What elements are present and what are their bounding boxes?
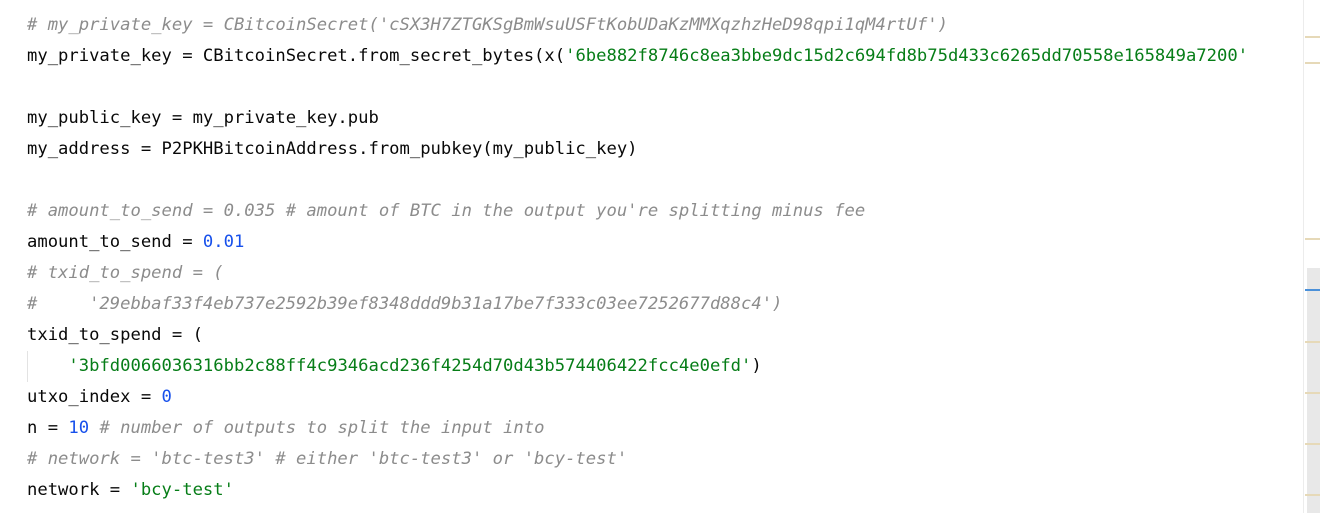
code-token-number: 10 [68,418,90,438]
code-token-comment: # my_private_key = CBitcoinSecret('cSX3H… [27,15,948,35]
code-line[interactable]: amount_to_send = 0.01 [27,227,244,258]
scroll-marker-warning[interactable] [1305,443,1320,445]
code-line[interactable]: utxo_index = 0 [27,382,172,413]
code-token-plain: my_private_key = CBitcoinSecret.from_sec… [27,46,566,66]
code-token-plain: n = [27,418,69,438]
scroll-marker-warning[interactable] [1305,238,1320,240]
code-token-number: 0.01 [202,232,245,252]
scroll-marker-caret[interactable] [1305,289,1320,291]
code-line[interactable]: my_private_key = CBitcoinSecret.from_sec… [27,41,1248,72]
code-token-comment: # amount_to_send = 0.035 # amount of BTC… [27,201,866,221]
scroll-marker-warning[interactable] [1305,36,1320,38]
code-token-comment: # '29ebbaf33f4eb737e2592b39ef8348ddd9b31… [27,294,783,314]
scroll-marker-warning[interactable] [1305,392,1320,394]
code-line[interactable]: '3bfd0066036316bb2c88ff4c9346acd236f4254… [27,351,762,382]
code-token-string: 'bcy-test' [130,480,234,500]
code-line[interactable]: # my_private_key = CBitcoinSecret('cSX3H… [27,10,948,41]
code-token-string: '6be882f8746c8ea3bbe9dc15d2c694fd8b75d43… [565,46,1249,66]
code-token-plain: amount_to_send = [27,232,203,252]
code-editor[interactable]: # my_private_key = CBitcoinSecret('cSX3H… [0,0,1303,513]
code-token-plain: network = [27,480,131,500]
code-line[interactable]: my_public_key = my_private_key.pub [27,103,379,134]
code-token-comment: # txid_to_spend = ( [27,263,224,283]
scroll-marker-warning[interactable] [1305,62,1320,64]
code-line[interactable]: # amount_to_send = 0.035 # amount of BTC… [27,196,865,227]
code-token-plain: txid_to_spend = ( [27,325,203,345]
code-token-plain: my_public_key = my_private_key.pub [27,108,379,128]
scroll-marker-warning[interactable] [1305,494,1320,496]
vertical-scrollbar-thumb[interactable] [1307,268,1320,513]
code-line[interactable]: txid_to_spend = ( [27,320,203,351]
code-line[interactable]: # network = 'btc-test3' # either 'btc-te… [27,444,627,475]
code-line[interactable]: my_address = P2PKHBitcoinAddress.from_pu… [27,134,638,165]
code-token-string: '3bfd0066036316bb2c88ff4c9346acd236f4254… [68,356,752,376]
code-token-comment: # number of outputs to split the input i… [89,418,545,438]
code-token-comment: # network = 'btc-test3' # either 'btc-te… [27,449,628,469]
code-line[interactable]: # txid_to_spend = ( [27,258,224,289]
code-token-plain: ) [751,356,762,376]
code-token-plain: my_address = P2PKHBitcoinAddress.from_pu… [27,139,638,159]
code-token-plain: utxo_index = [27,387,162,407]
code-token-number: 0 [161,387,172,407]
code-line[interactable]: n = 10 # number of outputs to split the … [27,413,544,444]
scroll-marker-warning[interactable] [1305,341,1320,343]
code-line[interactable]: # '29ebbaf33f4eb737e2592b39ef8348ddd9b31… [27,289,782,320]
code-line[interactable]: network = 'bcy-test' [27,475,234,506]
